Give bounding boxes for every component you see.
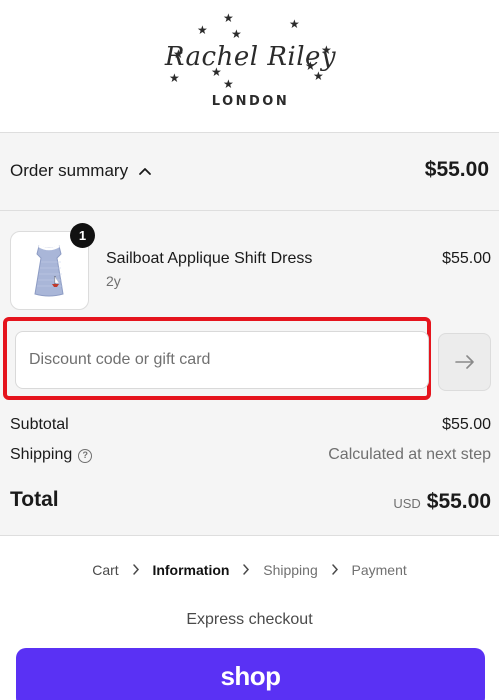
store-logo[interactable]: ★ ★ ★ ★ ★ ★ ★ ★ ★ ★ ★ Rachel Riley LONDO… <box>163 10 338 112</box>
chevron-up-icon <box>139 168 151 175</box>
subtotal-label: Subtotal <box>10 416 69 433</box>
breadcrumb-shipping: Shipping <box>263 562 318 578</box>
chevron-right-icon <box>243 564 250 575</box>
product-price: $55.00 <box>442 250 491 267</box>
star-icon: ★ <box>231 27 242 41</box>
chevron-right-icon <box>331 564 338 575</box>
total-value: $55.00 <box>426 490 491 513</box>
product-variant: 2y <box>106 273 121 289</box>
star-icon: ★ <box>169 71 180 85</box>
shipping-label: Shipping <box>10 446 73 463</box>
product-name: Sailboat Applique Shift Dress <box>106 250 313 267</box>
subtotal-value: $55.00 <box>442 416 491 433</box>
order-summary-toggle[interactable]: Order summary <box>10 161 152 181</box>
help-icon[interactable]: ? <box>78 449 93 463</box>
logo-script-name: Rachel Riley <box>164 42 337 72</box>
apply-discount-button[interactable] <box>438 333 491 391</box>
breadcrumb: Cart Information Shipping Payment <box>0 562 499 578</box>
breadcrumb-payment: Payment <box>351 562 407 578</box>
chevron-right-icon <box>132 564 139 575</box>
order-summary-total: $55.00 <box>424 158 489 181</box>
shipping-value: Calculated at next step <box>328 446 491 463</box>
product-thumbnail: 1 <box>10 223 95 310</box>
shipping-row: Shipping? Calculated at next step <box>10 446 491 464</box>
star-icon: ★ <box>223 11 234 25</box>
star-icon: ★ <box>223 77 234 91</box>
total-label: Total <box>10 488 59 511</box>
order-summary-label: Order summary <box>10 161 129 180</box>
breadcrumb-information: Information <box>152 562 230 578</box>
discount-code-input[interactable]: Discount code or gift card <box>15 331 429 389</box>
shop-pay-button[interactable]: shop <box>16 648 485 700</box>
currency-code: USD <box>393 496 421 511</box>
store-header: ★ ★ ★ ★ ★ ★ ★ ★ ★ ★ ★ Rachel Riley LONDO… <box>0 0 499 133</box>
arrow-right-icon <box>454 355 474 369</box>
total-row: Total USD $55.00 <box>10 488 491 514</box>
order-summary-bar: Order summary $55.00 <box>0 133 499 211</box>
quantity-badge: 1 <box>70 223 95 248</box>
total-amount: USD $55.00 <box>393 490 491 514</box>
express-checkout-label: Express checkout <box>186 611 313 628</box>
logo-city: LONDON <box>211 94 290 109</box>
order-summary-panel: 1 Sailboat Applique Shift Dress 2y $55.0… <box>0 211 499 536</box>
subtotal-row: Subtotal $55.00 <box>10 416 491 434</box>
star-icon: ★ <box>289 17 300 31</box>
star-icon: ★ <box>197 23 208 37</box>
breadcrumb-cart[interactable]: Cart <box>92 562 118 578</box>
discount-highlight-box: Discount code or gift card <box>3 317 431 400</box>
